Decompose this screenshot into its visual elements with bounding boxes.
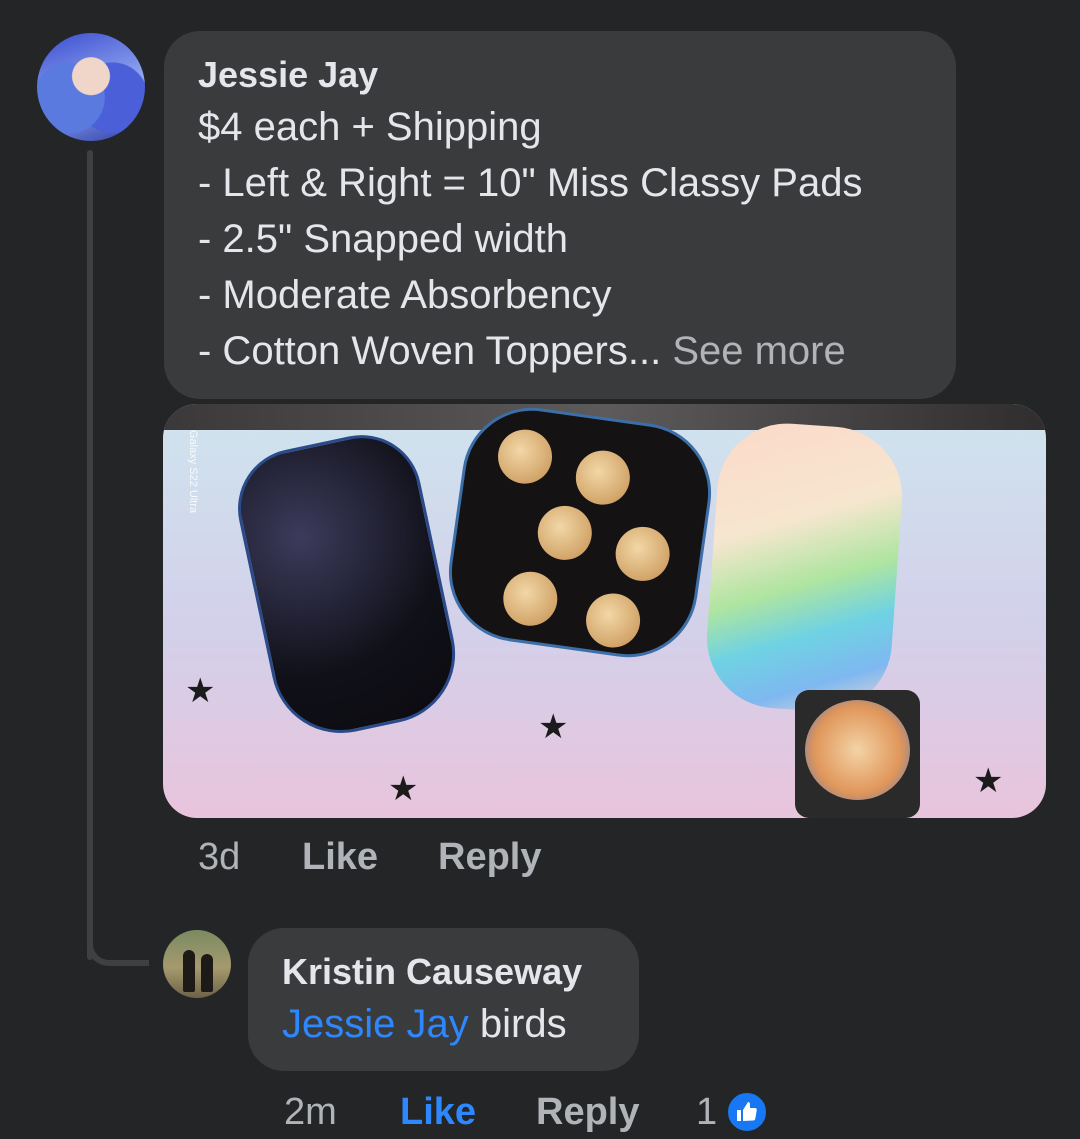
comment-line: - Left & Right = 10" Miss Classy Pads [198, 161, 863, 205]
comment-time[interactable]: 3d [198, 836, 302, 879]
reply-text: Jessie Jay birds [282, 996, 605, 1052]
comment-actions: 3d Like Reply [198, 836, 541, 879]
reply-author[interactable]: Kristin Causeway [282, 948, 605, 996]
comment-line: - 2.5" Snapped width [198, 217, 568, 261]
thread-connector [87, 910, 149, 966]
reply-button[interactable]: Reply [438, 836, 541, 879]
reply-body: birds [468, 1002, 567, 1046]
comment-author[interactable]: Jessie Jay [198, 51, 922, 99]
thread-line [87, 150, 93, 960]
comment-bubble: Jessie Jay $4 each + Shipping - Left & R… [164, 31, 956, 399]
reply-reply-button[interactable]: Reply [536, 1091, 696, 1134]
cookie-pad [439, 404, 721, 667]
mention-link[interactable]: Jessie Jay [282, 1002, 469, 1046]
comment-line: $4 each + Shipping [198, 105, 542, 149]
bird-pad [702, 418, 907, 717]
reply-like-button[interactable]: Like [400, 1091, 536, 1134]
comment-photo[interactable]: ★ ★ ★ ★ Galaxy S22 Ultra [163, 404, 1046, 818]
see-more-link[interactable]: See more [661, 329, 845, 373]
reply-time[interactable]: 2m [284, 1091, 400, 1134]
avatar[interactable] [37, 33, 145, 141]
logo-sticker [795, 690, 920, 818]
comment-line-last: - Cotton Woven Toppers... See more [198, 323, 922, 379]
thumbs-up-icon[interactable] [725, 1090, 770, 1134]
galaxy-pad [226, 423, 469, 747]
reply-avatar[interactable] [163, 930, 231, 998]
reply-actions: 2m Like Reply 1 [284, 1090, 770, 1134]
comment-line: - Moderate Absorbency [198, 273, 612, 317]
star-decor: ★ [388, 770, 419, 808]
like-button[interactable]: Like [302, 836, 438, 879]
star-decor: ★ [973, 762, 1004, 800]
star-decor: ★ [538, 708, 569, 746]
star-decor: ★ [185, 672, 216, 710]
comment-line-text: - Cotton Woven Toppers... [198, 329, 662, 373]
photo-watermark: Galaxy S22 Ultra [187, 430, 199, 514]
reaction-count[interactable]: 1 [696, 1091, 717, 1134]
reply-bubble: Kristin Causeway Jessie Jay birds [248, 928, 639, 1071]
